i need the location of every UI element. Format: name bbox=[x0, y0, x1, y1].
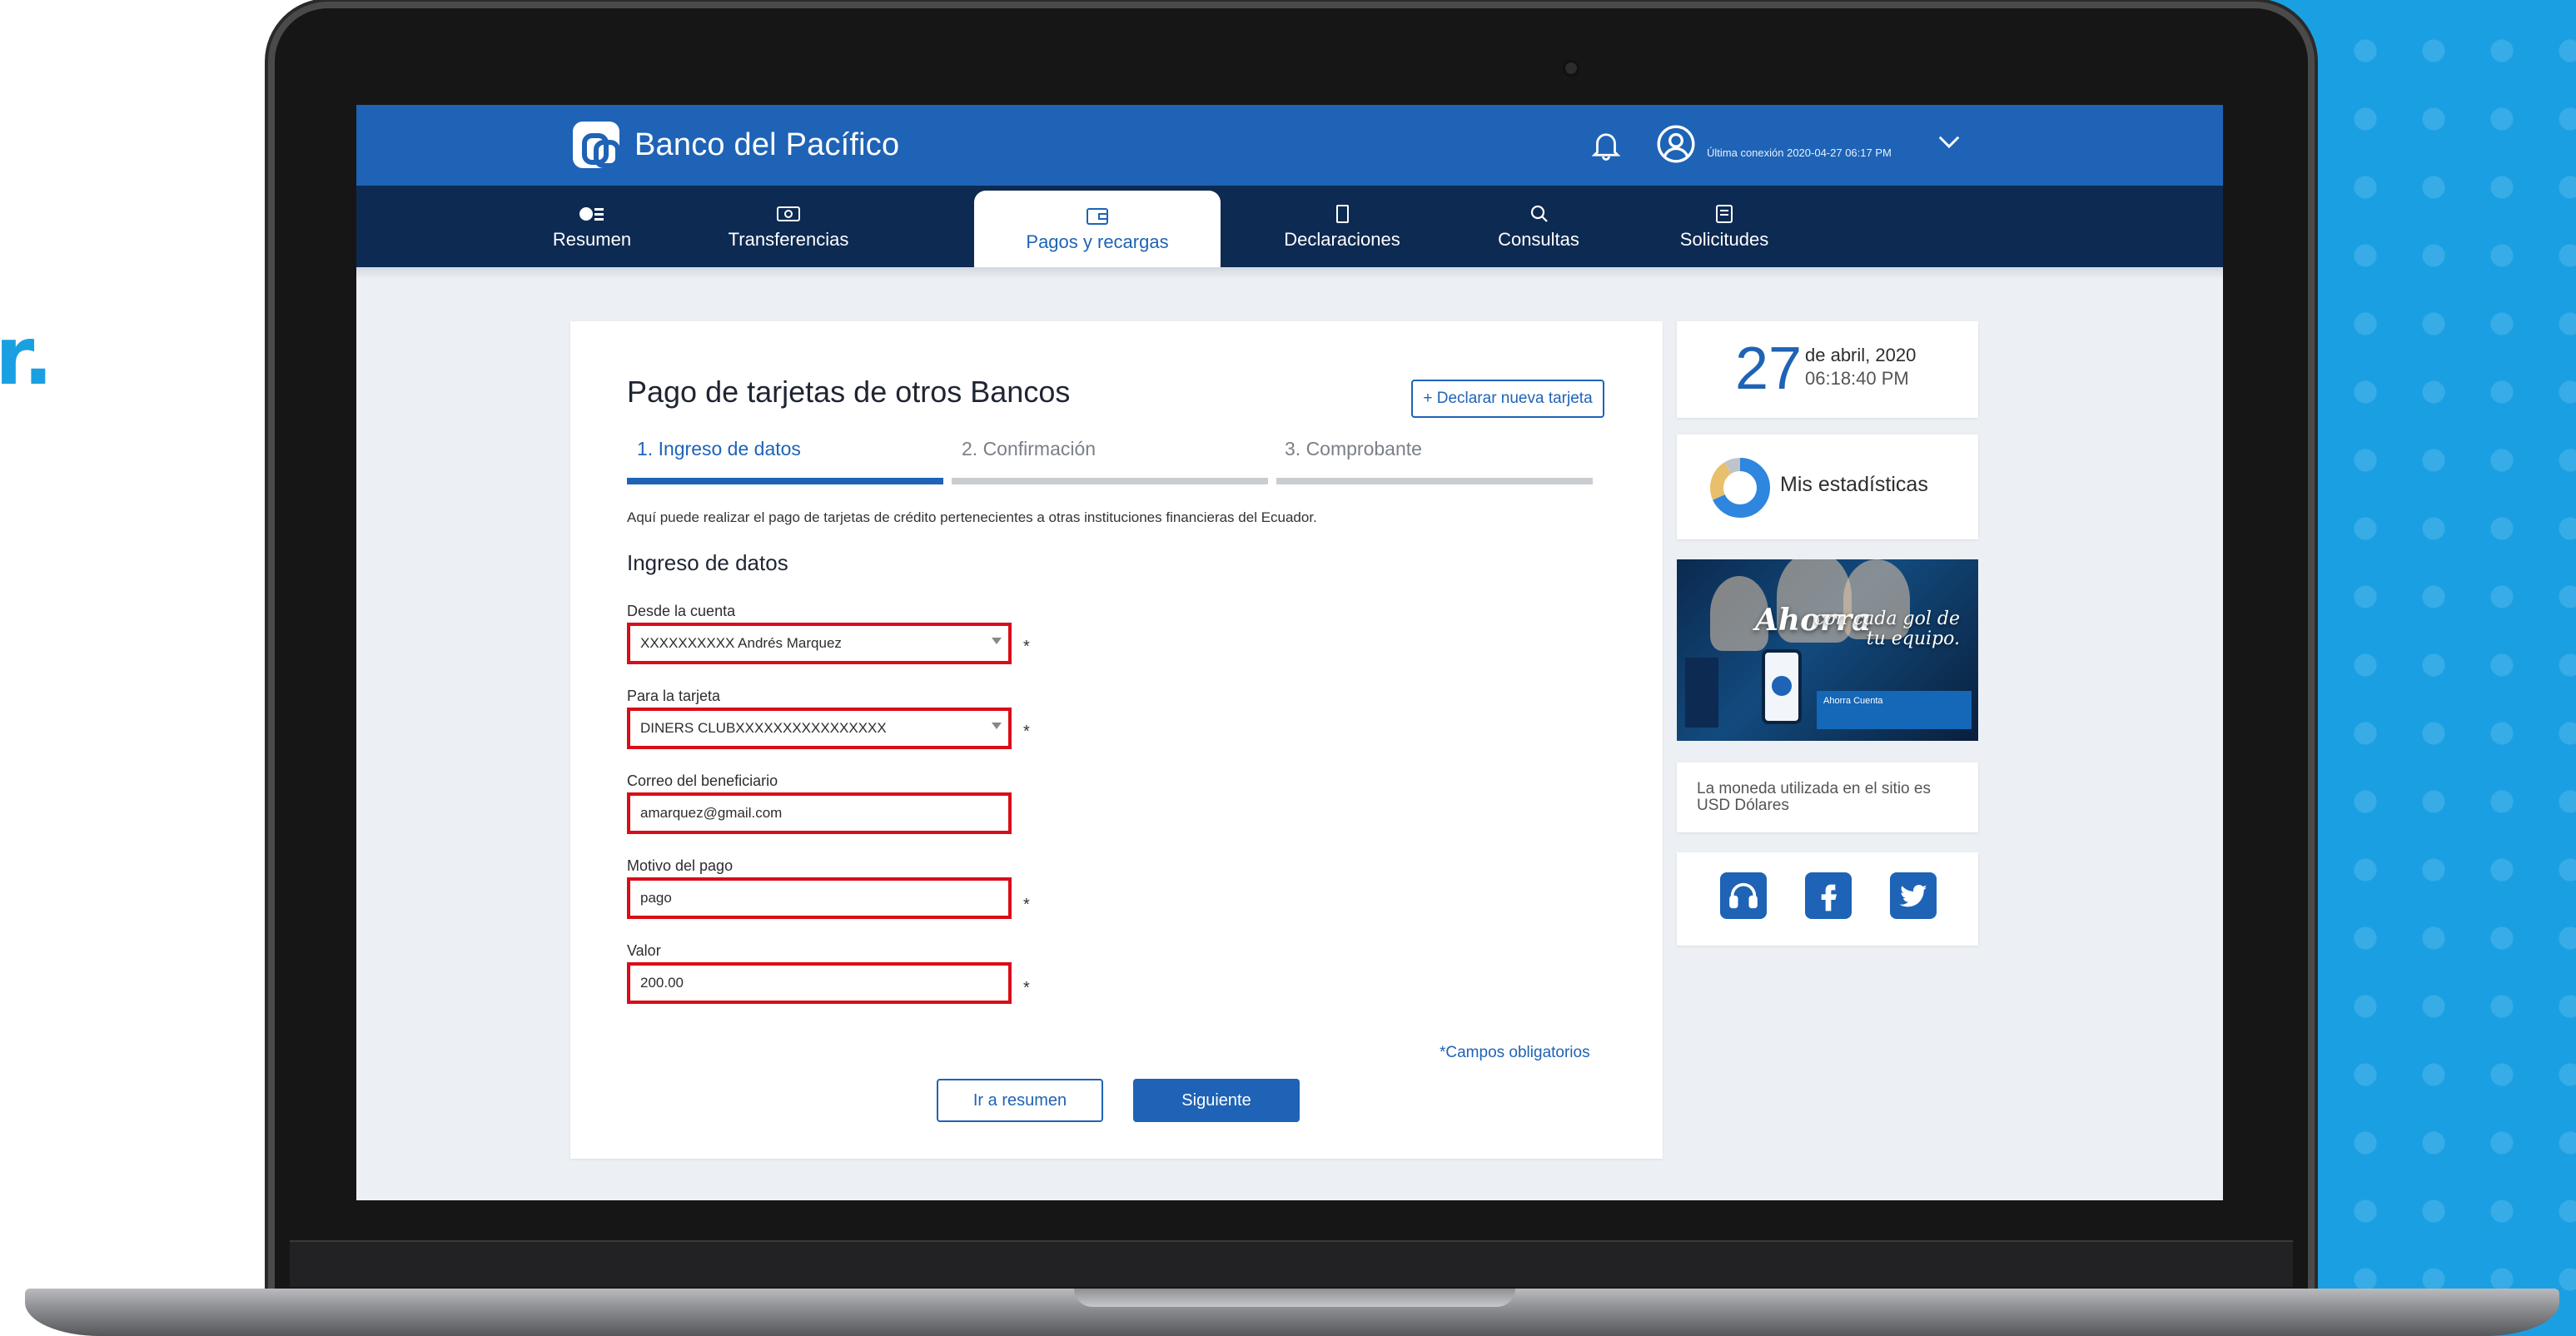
from-account-label: Desde la cuenta bbox=[627, 603, 736, 619]
nav-label: Consultas bbox=[1498, 229, 1579, 250]
nav-label: Solicitudes bbox=[1679, 229, 1769, 250]
payment-form-card: Pago de tarjetas de otros Bancos + Decla… bbox=[570, 321, 1663, 1159]
laptop-notch bbox=[1074, 1289, 1515, 1307]
step-ingreso: 1. Ingreso de datos bbox=[637, 438, 801, 459]
cash-icon bbox=[777, 206, 800, 221]
stats-label: Mis estadísticas bbox=[1780, 473, 1928, 496]
nav-label: Pagos y recargas bbox=[1026, 231, 1169, 252]
stats-card[interactable]: Mis estadísticas bbox=[1677, 435, 1978, 539]
to-card-select[interactable]: DINERS CLUBXXXXXXXXXXXXXXXX bbox=[627, 708, 1012, 749]
money-list-icon bbox=[579, 207, 604, 221]
page-title: Pago de tarjetas de otros Bancos bbox=[627, 375, 1071, 409]
form-icon bbox=[1716, 205, 1733, 223]
date-day: 27 bbox=[1735, 335, 1803, 402]
wallet-icon bbox=[1087, 208, 1108, 225]
main-nav: Resumen Transferencias Pagos y recargas … bbox=[356, 186, 2223, 267]
reason-field[interactable]: pago bbox=[627, 877, 1012, 919]
top-bar: Banco del Pacífico Última conexión 2020-… bbox=[356, 105, 2223, 186]
last-connection: Última conexión 2020-04-27 06:17 PM bbox=[1707, 147, 1892, 159]
camera-icon bbox=[1565, 62, 1577, 74]
date-card: 27 de abril, 2020 06:18:40 PM bbox=[1677, 321, 1978, 418]
banner-side-panel bbox=[1685, 658, 1718, 728]
currency-note: La moneda utilizada en el sitio es USD D… bbox=[1697, 780, 1931, 814]
bell-icon[interactable] bbox=[1589, 127, 1624, 163]
nav-solicitudes[interactable]: Solicitudes bbox=[1645, 186, 1803, 267]
email-field[interactable]: amarquez@gmail.com bbox=[627, 792, 1012, 834]
email-value: amarquez@gmail.com bbox=[640, 805, 783, 821]
required-mark: * bbox=[1023, 723, 1030, 741]
promo-banner[interactable]: Ahorra con cada gol de tu equipo. Ahorra… bbox=[1677, 559, 1978, 741]
currency-card: La moneda utilizada en el sitio es USD D… bbox=[1677, 762, 1978, 832]
step-bar-3 bbox=[1276, 478, 1593, 484]
nav-consultas[interactable]: Consultas bbox=[1464, 186, 1614, 267]
user-icon[interactable] bbox=[1655, 123, 1697, 165]
laptop-screen: Banco del Pacífico Última conexión 2020-… bbox=[356, 105, 2223, 1200]
document-icon bbox=[1336, 205, 1349, 223]
amount-label: Valor bbox=[627, 942, 661, 959]
bank-logo-icon bbox=[573, 122, 620, 168]
from-account-select[interactable]: XXXXXXXXXX Andrés Marquez bbox=[627, 623, 1012, 664]
nav-declaraciones[interactable]: Declaraciones bbox=[1242, 186, 1442, 267]
nav-pagos-recargas[interactable]: Pagos y recargas bbox=[974, 191, 1221, 267]
nav-shadow bbox=[356, 267, 2223, 279]
nav-label: Resumen bbox=[552, 229, 632, 250]
nav-label: Transferencias bbox=[728, 229, 849, 250]
chevron-down-icon[interactable] bbox=[1937, 133, 1962, 151]
required-fields-note: *Campos obligatorios bbox=[1440, 1044, 1590, 1061]
date-time: 06:18:40 PM bbox=[1805, 368, 1909, 389]
dropdown-arrow-icon bbox=[992, 638, 1002, 644]
declare-card-button[interactable]: + Declarar nueva tarjeta bbox=[1411, 380, 1604, 418]
section-title: Ingreso de datos bbox=[627, 550, 788, 575]
back-to-summary-button[interactable]: Ir a resumen bbox=[937, 1079, 1103, 1122]
required-mark: * bbox=[1023, 638, 1030, 656]
step-bar-2 bbox=[952, 478, 1268, 484]
laptop-bezel bbox=[290, 1240, 2293, 1287]
support-icon[interactable] bbox=[1720, 872, 1767, 919]
banner-subtitle: con cada gol de tu equipo. bbox=[1814, 608, 1960, 650]
to-card-label: Para la tarjeta bbox=[627, 688, 721, 704]
amount-field[interactable]: 200.00 bbox=[627, 962, 1012, 1004]
bank-name: Banco del Pacífico bbox=[634, 127, 900, 162]
brand[interactable]: Banco del Pacífico bbox=[573, 122, 899, 168]
nav-resumen[interactable]: Resumen bbox=[523, 186, 661, 267]
side-text: r. bbox=[0, 310, 54, 403]
search-icon bbox=[1530, 205, 1548, 222]
to-card-value: DINERS CLUBXXXXXXXXXXXXXXXX bbox=[640, 720, 887, 736]
required-mark: * bbox=[1023, 896, 1030, 914]
email-label: Correo del beneficiario bbox=[627, 772, 778, 789]
amount-value: 200.00 bbox=[640, 975, 684, 991]
nav-label: Declaraciones bbox=[1284, 229, 1400, 250]
step-comprobante: 3. Comprobante bbox=[1285, 438, 1422, 459]
nav-transferencias[interactable]: Transferencias bbox=[693, 186, 884, 267]
banner-strip-text: Ahorra Cuenta bbox=[1823, 696, 1883, 706]
step-bar-1 bbox=[627, 478, 943, 484]
phone-icon bbox=[1762, 649, 1802, 724]
step-confirmacion: 2. Confirmación bbox=[962, 438, 1097, 459]
required-mark: * bbox=[1023, 979, 1030, 997]
banner-strip: Ahorra Cuenta bbox=[1817, 691, 1972, 729]
social-card bbox=[1677, 852, 1978, 946]
facebook-icon[interactable] bbox=[1805, 872, 1852, 919]
next-button[interactable]: Siguiente bbox=[1133, 1079, 1300, 1122]
reason-value: pago bbox=[640, 890, 672, 906]
reason-label: Motivo del pago bbox=[627, 857, 734, 874]
dropdown-arrow-icon bbox=[992, 723, 1002, 729]
donut-chart-icon bbox=[1710, 458, 1770, 518]
twitter-icon[interactable] bbox=[1890, 872, 1937, 919]
from-account-value: XXXXXXXXXX Andrés Marquez bbox=[640, 635, 842, 651]
intro-text: Aquí puede realizar el pago de tarjetas … bbox=[627, 509, 1317, 525]
date-month: de abril, 2020 bbox=[1805, 345, 1917, 365]
